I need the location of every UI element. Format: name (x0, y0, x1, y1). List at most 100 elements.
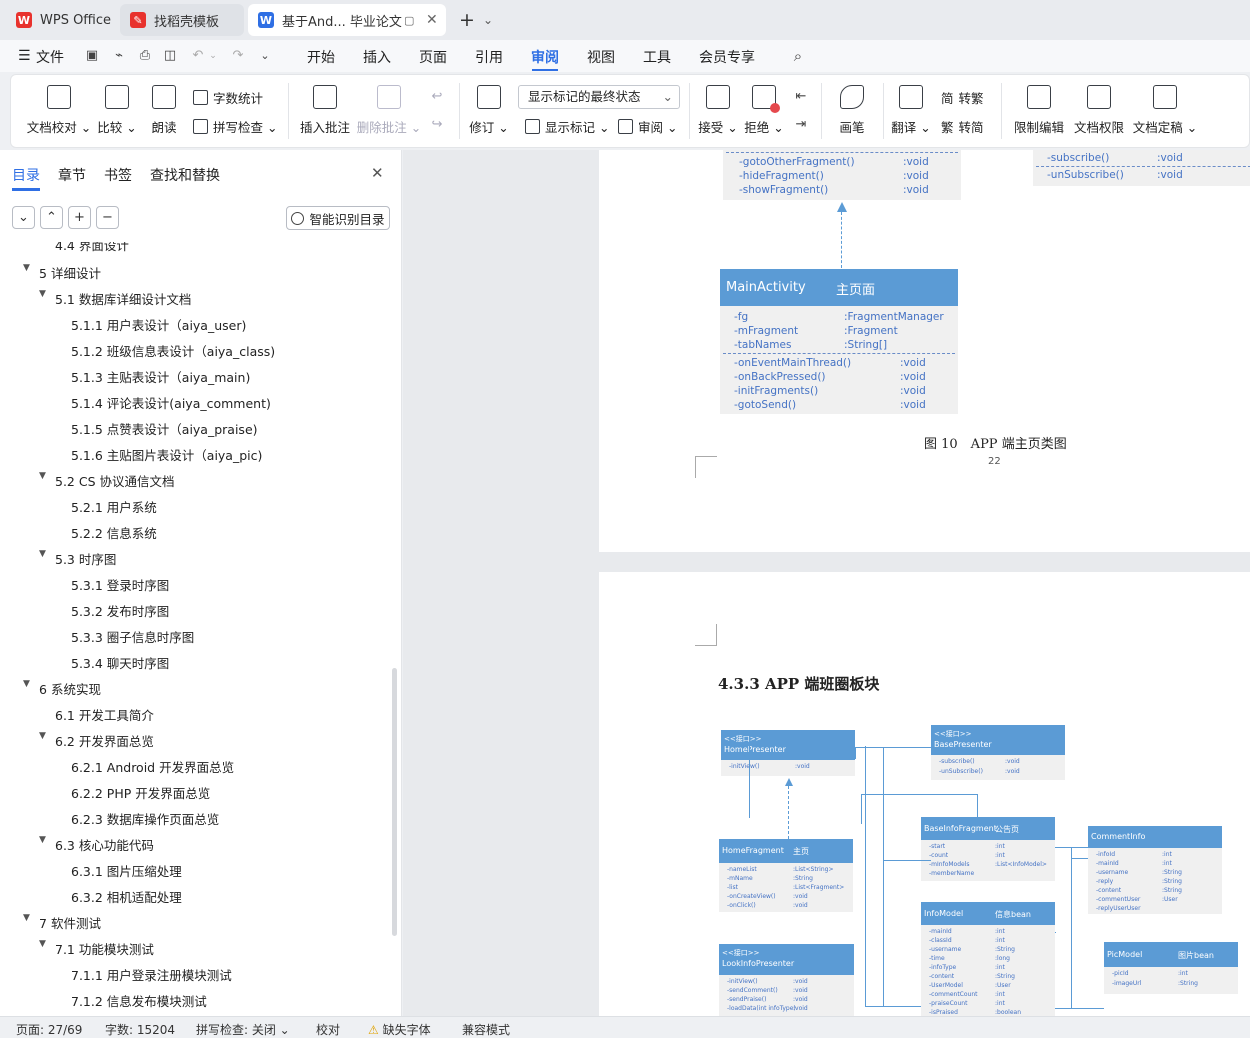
toc-expand-icon[interactable]: ▼ (39, 549, 46, 559)
toc-item[interactable]: 5.1.3 主贴表设计（aiya_main) (71, 367, 250, 386)
status-proof[interactable]: 校对 (316, 1021, 340, 1038)
undo-icon[interactable]: ↶ (190, 48, 206, 64)
menu-view[interactable]: 视图 (587, 47, 615, 67)
toc-expand-icon[interactable]: ▼ (23, 679, 30, 689)
toc-item[interactable]: 6.3.1 图片压缩处理 (71, 861, 182, 880)
delete-comment-button[interactable]: 删除批注 ⌄ (357, 75, 421, 136)
sidebar-tab-toc[interactable]: 目录 (12, 165, 40, 185)
toc-expand-icon[interactable]: ▼ (39, 835, 46, 845)
prev-comment-icon[interactable]: ↩ (429, 89, 445, 105)
spell-check-button[interactable]: 拼写检查 ⌄ (193, 117, 277, 136)
toc-item[interactable]: 5.3.4 聊天时序图 (71, 653, 169, 672)
sidebar-tab-bookmark[interactable]: 书签 (104, 165, 132, 185)
restrict-edit-button[interactable]: 限制编辑 (1011, 75, 1067, 136)
accept-button[interactable]: 接受 ⌄ (698, 75, 738, 136)
menu-insert[interactable]: 插入 (363, 47, 391, 67)
tab-wps-office[interactable]: W WPS Office (6, 4, 112, 36)
doc-check-button[interactable]: 文档校对 ⌄ (27, 75, 91, 136)
toc-expand-icon[interactable]: ▼ (39, 731, 46, 741)
add-heading-icon[interactable]: + (68, 206, 91, 229)
toc-item[interactable]: 5.2.1 用户系统 (71, 497, 157, 516)
toc-item[interactable]: ▼ 6.2 开发界面总览 (39, 731, 154, 750)
toc-item[interactable]: ▼ 6.3 核心功能代码 (39, 835, 154, 854)
review-pane-button[interactable]: 审阅 ⌄ (618, 117, 677, 136)
sidebar-scrollbar[interactable] (392, 668, 397, 936)
expand-chevron-icon[interactable]: ⌃ (40, 206, 63, 229)
insert-comment-button[interactable]: 插入批注 (299, 75, 351, 136)
new-tab-plus-icon[interactable]: + (459, 9, 475, 31)
reject-button[interactable]: 拒绝 ⌄ (744, 75, 784, 136)
toc-expand-icon[interactable]: ▼ (39, 939, 46, 949)
markup-state-select[interactable]: 显示标记的最终状态 ⌄ (518, 85, 680, 109)
menu-page[interactable]: 页面 (419, 47, 447, 67)
tab-close-icon[interactable]: ✕ (426, 12, 438, 28)
finalize-button[interactable]: 文档定稿 ⌄ (1133, 75, 1197, 136)
toc-item[interactable]: 5.1.1 用户表设计（aiya_user) (71, 315, 246, 334)
tab-list-chevron-icon[interactable]: ⌄ (483, 13, 493, 27)
menu-reference[interactable]: 引用 (475, 47, 503, 67)
toc-item[interactable]: 5.1.5 点赞表设计（aiya_praise) (71, 419, 258, 438)
next-comment-icon[interactable]: ↪ (429, 117, 445, 133)
toc-item[interactable]: 5.1.6 主贴图片表设计（aiya_pic) (71, 445, 262, 464)
save-icon[interactable]: ▣ (84, 48, 100, 64)
menu-member[interactable]: 会员专享 (699, 47, 755, 67)
toc-item[interactable]: ▼ 6 系统实现 (23, 679, 101, 698)
menu-file[interactable]: 文件 (36, 47, 64, 67)
toc-item[interactable]: 5.3.1 登录时序图 (71, 575, 169, 594)
menu-tools[interactable]: 工具 (643, 47, 671, 67)
toc-item[interactable]: 5.2.2 信息系统 (71, 523, 157, 542)
show-markup-button[interactable]: 显示标记 ⌄ (525, 117, 609, 136)
toc-item[interactable]: ▼ 7.1 功能模块测试 (39, 939, 154, 958)
toc-item[interactable]: ▼ 5.1 数据库详细设计文档 (39, 289, 191, 308)
toc-item[interactable]: 5.3.2 发布时序图 (71, 601, 169, 620)
document-canvas[interactable]: -gotoOtherFragment():void -hideFragment()… (403, 150, 1250, 1016)
collapse-chevron-icon[interactable]: ⌄ (12, 206, 35, 229)
tab-document[interactable]: W 基于And... 毕业论文 ▢ ✕ (248, 4, 446, 36)
next-change-icon[interactable]: ⇥ (793, 117, 809, 133)
remove-heading-icon[interactable]: − (96, 206, 119, 229)
toc-item[interactable]: 5.1.4 评论表设计(aiya_comment) (71, 393, 271, 412)
menu-start[interactable]: 开始 (307, 47, 335, 67)
toc-item[interactable]: 6.3.2 相机适配处理 (71, 887, 182, 906)
link-icon[interactable]: ⌁ (111, 48, 127, 64)
toc-item[interactable]: 5.3.3 圈子信息时序图 (71, 627, 194, 646)
prev-change-icon[interactable]: ⇤ (793, 89, 809, 105)
toc-item[interactable]: 6.2.3 数据库操作页面总览 (71, 809, 219, 828)
to-simplified-button[interactable]: 繁 转简 (941, 117, 984, 136)
toc-expand-icon[interactable]: ▼ (23, 913, 30, 923)
menu-review[interactable]: 审阅 (531, 47, 559, 67)
word-count-button[interactable]: 字数统计 (193, 88, 263, 107)
status-spell[interactable]: 拼写检查: 关闭 ⌄ (196, 1021, 290, 1038)
print-preview-icon[interactable]: ◫ (162, 48, 178, 64)
toc-item[interactable]: 6.1 开发工具简介 (55, 705, 154, 724)
status-missing-font[interactable]: ⚠ 缺失字体 (368, 1021, 431, 1038)
toc-item[interactable]: 7.1.1 用户登录注册模块测试 (71, 965, 232, 984)
print-icon[interactable]: ⎙ (137, 48, 153, 64)
toc-expand-icon[interactable]: ▼ (39, 471, 46, 481)
redo-icon[interactable]: ↷ (230, 48, 246, 64)
smart-toc-button[interactable]: 智能识别目录 (286, 206, 390, 230)
to-traditional-button[interactable]: 简 转繁 (941, 88, 984, 107)
toc-item[interactable]: 6.2.2 PHP 开发界面总览 (71, 783, 210, 802)
more-chevron-icon[interactable]: ⌄ (257, 48, 273, 64)
track-changes-button[interactable]: 修订 ⌄ (469, 75, 509, 136)
toc-item[interactable]: 4.4 界面设计 (55, 242, 129, 254)
status-page[interactable]: 页面: 27/69 (16, 1021, 82, 1038)
status-words[interactable]: 字数: 15204 (105, 1021, 175, 1038)
toc-item[interactable]: 6.2.1 Android 开发界面总览 (71, 757, 234, 776)
doc-permission-button[interactable]: 文档权限 (1073, 75, 1125, 136)
tab-template[interactable]: ✎ 找稻壳模板 (120, 4, 244, 36)
toc-expand-icon[interactable]: ▼ (23, 263, 30, 273)
toc-item[interactable]: ▼ 5.2 CS 协议通信文档 (39, 471, 175, 490)
compare-button[interactable]: 比较 ⌄ (97, 75, 137, 136)
pen-button[interactable]: 画笔 (835, 75, 869, 136)
translate-button[interactable]: 翻译 ⌄ (891, 75, 931, 136)
undo-dropdown-icon[interactable]: ⌄ (205, 48, 221, 64)
search-icon[interactable]: ⌕ (790, 48, 806, 64)
toc-item[interactable]: ▼ 5 详细设计 (23, 263, 101, 282)
hamburger-icon[interactable]: ☰ (18, 48, 31, 64)
sidebar-tab-chapter[interactable]: 章节 (58, 165, 86, 185)
sidebar-tab-find[interactable]: 查找和替换 (150, 165, 220, 185)
toc-item[interactable]: 7.1.2 信息发布模块测试 (71, 991, 207, 1010)
toc-item[interactable]: ▼ 7 软件测试 (23, 913, 101, 932)
